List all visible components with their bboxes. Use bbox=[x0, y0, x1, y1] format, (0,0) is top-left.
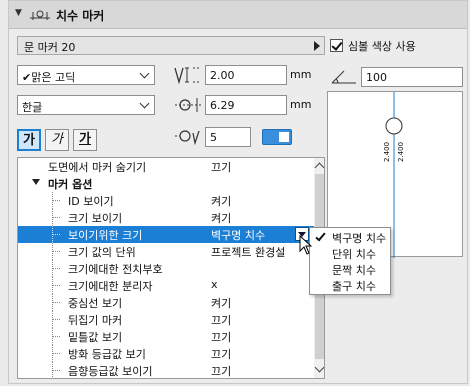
expand-caret-icon[interactable] bbox=[32, 179, 40, 185]
italic-style-button[interactable]: 가 bbox=[45, 129, 69, 151]
dropdown-option[interactable]: 출구 치수 bbox=[332, 278, 376, 294]
tree-branch bbox=[52, 302, 60, 303]
chevron-down-icon bbox=[139, 68, 150, 79]
angle-value: 100 bbox=[366, 71, 387, 84]
list-item-selected[interactable]: 보이기위한 크기 벽구명 치수 bbox=[18, 226, 314, 243]
offset-value: 6.29 bbox=[210, 99, 235, 112]
list-item[interactable]: 크기에대한 분리자 x bbox=[18, 277, 314, 294]
text-size-input[interactable]: 2.00 bbox=[205, 65, 287, 85]
scroll-up-icon[interactable] bbox=[314, 162, 324, 173]
dropdown-option[interactable]: 벽구명 치수 bbox=[332, 230, 386, 246]
list-item[interactable]: 음향등급값 보이기 끄기 bbox=[18, 362, 314, 378]
list-item[interactable]: 크기에대한 전치부호 bbox=[18, 260, 314, 277]
list-item[interactable]: 크기 값의 단위 프로젝트 환경설 bbox=[18, 243, 314, 260]
preview-text-left: 2.400 bbox=[383, 142, 391, 162]
underline-style-button[interactable]: 가 bbox=[73, 129, 97, 151]
font-select-value: ✔맑은 고딕 bbox=[22, 69, 75, 85]
tree-branch bbox=[52, 234, 60, 235]
pen-value: 5 bbox=[210, 131, 217, 144]
script-select[interactable]: 한글 bbox=[17, 95, 155, 115]
marker-settings-list[interactable]: 도면에서 마커 숨기기 끄기 마커 옵션 ID 보이기 켜기 크기 보이기 켜기… bbox=[17, 157, 325, 379]
offset-unit: mm bbox=[290, 98, 312, 111]
use-symbol-color-checkbox[interactable] bbox=[330, 39, 343, 52]
panel-header[interactable]: ▼ 치수 마커 bbox=[9, 1, 467, 29]
marker-type-selector[interactable]: 문 마커 20 bbox=[17, 36, 325, 55]
list-item[interactable]: 중심선 보기 켜기 bbox=[18, 294, 314, 311]
list-item[interactable]: 마커 옵션 bbox=[18, 175, 314, 192]
dimension-marker-icon bbox=[30, 10, 50, 20]
chevron-down-icon bbox=[139, 98, 150, 109]
tree-branch bbox=[52, 336, 60, 337]
dropdown-option[interactable]: 단위 치수 bbox=[332, 246, 376, 262]
pen-input[interactable]: 5 bbox=[205, 127, 251, 147]
list-item[interactable]: 뒤집기 마커 끄기 bbox=[18, 311, 314, 328]
checkmark-icon: ✔ bbox=[22, 71, 32, 84]
list-item[interactable]: 도면에서 마커 숨기기 끄기 bbox=[18, 158, 314, 175]
tree-branch bbox=[52, 353, 60, 354]
panel-title: 치수 마커 bbox=[56, 9, 105, 23]
pen-icon bbox=[175, 130, 200, 146]
tree-branch bbox=[52, 200, 60, 201]
tree-branch bbox=[52, 268, 60, 269]
text-size-icon bbox=[174, 67, 201, 85]
text-size-unit: mm bbox=[290, 68, 312, 81]
tree-branch bbox=[52, 319, 60, 320]
angle-input[interactable]: 100 bbox=[361, 67, 463, 87]
dropdown-option[interactable]: 문짝 치수 bbox=[332, 262, 376, 278]
use-symbol-color-label: 심볼 색상 사용 bbox=[348, 40, 416, 53]
list-item[interactable]: 크기 보이기 켜기 bbox=[18, 209, 314, 226]
list-item[interactable]: ID 보이기 켜기 bbox=[18, 192, 314, 209]
marker-type-label: 문 마커 20 bbox=[24, 41, 76, 54]
marker-settings-panel: ▼ 치수 마커 문 마커 20 심볼 색상 사용 ✔맑은 고딕 2.00 mm bbox=[8, 0, 468, 384]
checkmark-icon bbox=[315, 230, 326, 242]
bold-style-button[interactable]: 가 bbox=[17, 129, 41, 151]
text-size-value: 2.00 bbox=[210, 69, 235, 82]
list-item[interactable]: 방화 등급값 보기 끄기 bbox=[18, 345, 314, 362]
size-display-dropdown[interactable]: 벽구명 치수 단위 치수 문짝 치수 출구 치수 bbox=[309, 227, 391, 295]
collapse-triangle-icon[interactable]: ▼ bbox=[15, 8, 22, 18]
tree-branch bbox=[52, 285, 60, 286]
list-item[interactable]: 밑틀값 보기 끄기 bbox=[18, 328, 314, 345]
mouse-cursor-icon bbox=[299, 235, 313, 255]
font-name: 맑은 고딕 bbox=[31, 71, 76, 84]
tree-branch bbox=[52, 217, 60, 218]
scroll-down-icon[interactable] bbox=[314, 362, 324, 373]
script-value: 한글 bbox=[22, 101, 43, 114]
angle-icon bbox=[330, 69, 356, 84]
chevron-right-icon bbox=[314, 41, 320, 51]
pen-toggle[interactable] bbox=[262, 129, 292, 145]
font-select[interactable]: ✔맑은 고딕 bbox=[17, 65, 155, 85]
tree-branch bbox=[52, 370, 60, 371]
preview-text-right: 2.400 bbox=[397, 142, 405, 162]
tree-branch bbox=[52, 251, 60, 252]
offset-icon bbox=[175, 98, 201, 112]
offset-input[interactable]: 6.29 bbox=[205, 95, 287, 115]
